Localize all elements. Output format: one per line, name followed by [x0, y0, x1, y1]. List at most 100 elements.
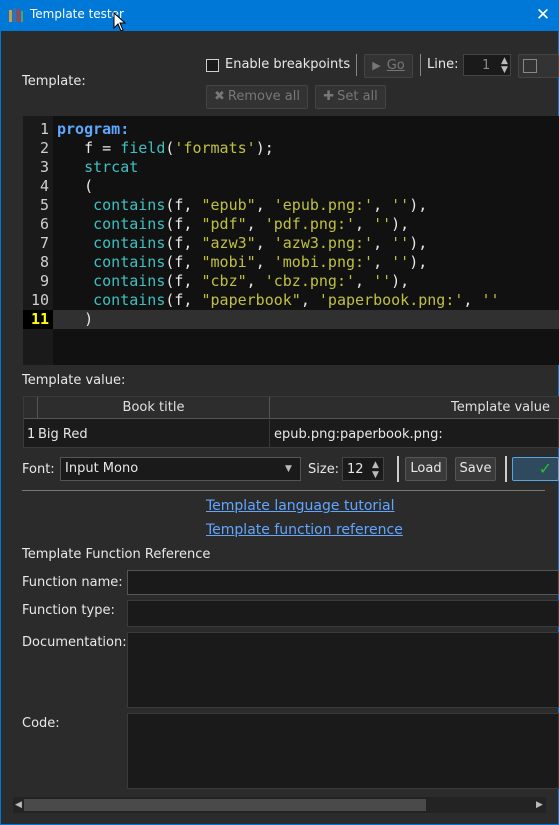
code-line[interactable]: contains(f, "mobi", 'mobi.png:', ''),: [57, 253, 559, 272]
code-token: ,: [463, 291, 482, 309]
font-size-value: 12: [347, 462, 364, 477]
add-icon: ✚: [323, 89, 335, 104]
code-line[interactable]: contains(f, "azw3", 'azw3.png:', ''),: [57, 234, 559, 253]
function-type-label: Function type:: [22, 603, 115, 618]
close-icon[interactable]: ✕: [532, 4, 554, 26]
function-type-field[interactable]: [127, 600, 559, 627]
checkmark-icon: ✓: [538, 459, 552, 478]
function-name-combo[interactable]: [127, 570, 559, 595]
code-token: "azw3": [201, 234, 256, 252]
line-number: 7: [39, 234, 49, 252]
code-token: '': [391, 253, 410, 271]
code-line[interactable]: ): [57, 310, 559, 329]
code-token: ,: [246, 272, 265, 290]
code-token: "epub": [201, 196, 256, 214]
code-token: ),: [409, 253, 428, 271]
function-name-label: Function name:: [22, 575, 123, 590]
code-token: f: [84, 139, 94, 157]
spin-down-icon[interactable]: ▼: [501, 65, 508, 75]
scrollbar-thumb[interactable]: [24, 799, 426, 811]
code-line[interactable]: strcat: [57, 158, 559, 177]
window-title: Template tester: [30, 7, 124, 21]
scroll-left-icon[interactable]: ◀: [15, 800, 22, 810]
load-button-label: Load: [410, 461, 442, 476]
cell-template-value[interactable]: epub.png:paperbook.png:: [274, 427, 443, 442]
code-token: '': [373, 215, 392, 233]
code-line[interactable]: f = field('formats');: [57, 139, 559, 158]
toolbar-separator: [420, 54, 421, 76]
code-line[interactable]: contains(f, "epub", 'epub.png:', ''),: [57, 196, 559, 215]
template-function-reference-link[interactable]: Template function reference: [206, 522, 403, 538]
line-number: 11: [23, 310, 53, 329]
cell-book-title[interactable]: Big Red: [38, 427, 88, 442]
spin-up-icon[interactable]: ▲: [372, 460, 379, 470]
spin-down-icon[interactable]: ▼: [372, 470, 379, 480]
code-line[interactable]: contains(f, "cbz", 'cbz.png:', ''),: [57, 272, 559, 291]
code-token: strcat: [84, 158, 139, 176]
code-token: (f,: [165, 253, 202, 271]
template-language-tutorial-link[interactable]: Template language tutorial: [206, 498, 395, 514]
code-token: ,: [355, 272, 374, 290]
code-token: 'formats': [174, 139, 256, 157]
line-numbers: 1 2 3 4 5 6 7 8 9 10 11: [23, 120, 53, 329]
code-token: ),: [409, 234, 428, 252]
scroll-right-icon[interactable]: ▶: [536, 800, 543, 810]
line-number: 5: [39, 196, 49, 214]
code-field[interactable]: [127, 713, 559, 789]
line-number-value: 1: [482, 58, 491, 73]
remove-all-button[interactable]: ✖ Remove all: [206, 85, 308, 109]
row-index: 1: [27, 427, 36, 442]
font-select[interactable]: Input Mono ▼: [60, 457, 301, 481]
code-token: 'mobi.png:': [273, 253, 374, 271]
go-button[interactable]: ▶ Go: [364, 54, 413, 78]
code-line[interactable]: contains(f, "paperbook", 'paperbook.png:…: [57, 291, 559, 310]
title-bar: Template tester ✕: [0, 0, 559, 31]
ok-button[interactable]: ✓: [512, 457, 559, 481]
table-row[interactable]: 1 Big Red epub.png:paperbook.png:: [24, 420, 559, 447]
load-button[interactable]: Load: [405, 457, 447, 481]
code-token: 'cbz.png:': [264, 272, 356, 290]
column-header-book-title[interactable]: Book title: [38, 397, 270, 419]
font-label: Font:: [22, 462, 55, 477]
code-token: ,: [373, 196, 392, 214]
code-token: (f,: [165, 215, 202, 233]
code-token: (f,: [165, 291, 202, 309]
template-value-table[interactable]: Book title Template value 1 Big Red epub…: [23, 396, 559, 448]
line-number: 2: [39, 139, 49, 157]
set-all-button[interactable]: ✚ Set all: [315, 85, 386, 109]
line-number-spinbox[interactable]: 1 ▲ ▼: [463, 54, 511, 76]
code-line[interactable]: (: [57, 177, 559, 196]
font-bar-separator: [505, 456, 507, 482]
divider: [22, 490, 545, 491]
toggle-breakpoint-button[interactable]: [518, 54, 559, 78]
code-token: '': [481, 291, 500, 309]
enable-breakpoints-label[interactable]: Enable breakpoints: [225, 57, 350, 72]
line-number: 3: [39, 158, 49, 176]
code-token: ),: [391, 215, 410, 233]
code-token: contains: [93, 291, 166, 309]
code-token: ,: [373, 234, 392, 252]
code-token: contains: [93, 234, 166, 252]
code-line[interactable]: contains(f, "pdf", 'pdf.png:', ''),: [57, 215, 559, 234]
code-token: '': [373, 272, 392, 290]
font-select-value: Input Mono: [65, 461, 139, 476]
code-token: '': [391, 234, 410, 252]
code-token: 'epub.png:': [273, 196, 374, 214]
code-token: ,: [255, 234, 274, 252]
line-number: 4: [39, 177, 49, 195]
save-button-label: Save: [459, 461, 492, 476]
size-label: Size:: [308, 462, 340, 477]
font-size-spinbox[interactable]: 12 ▲ ▼: [342, 457, 384, 481]
code-area[interactable]: program: f = field('formats'); strcat ( …: [57, 120, 559, 329]
save-button[interactable]: Save: [455, 457, 496, 481]
code-token: (f,: [165, 272, 202, 290]
column-header-template-value[interactable]: Template value: [270, 397, 559, 419]
enable-breakpoints-checkbox[interactable]: [206, 59, 219, 72]
documentation-field[interactable]: [127, 632, 559, 708]
code-line[interactable]: program:: [57, 120, 559, 139]
